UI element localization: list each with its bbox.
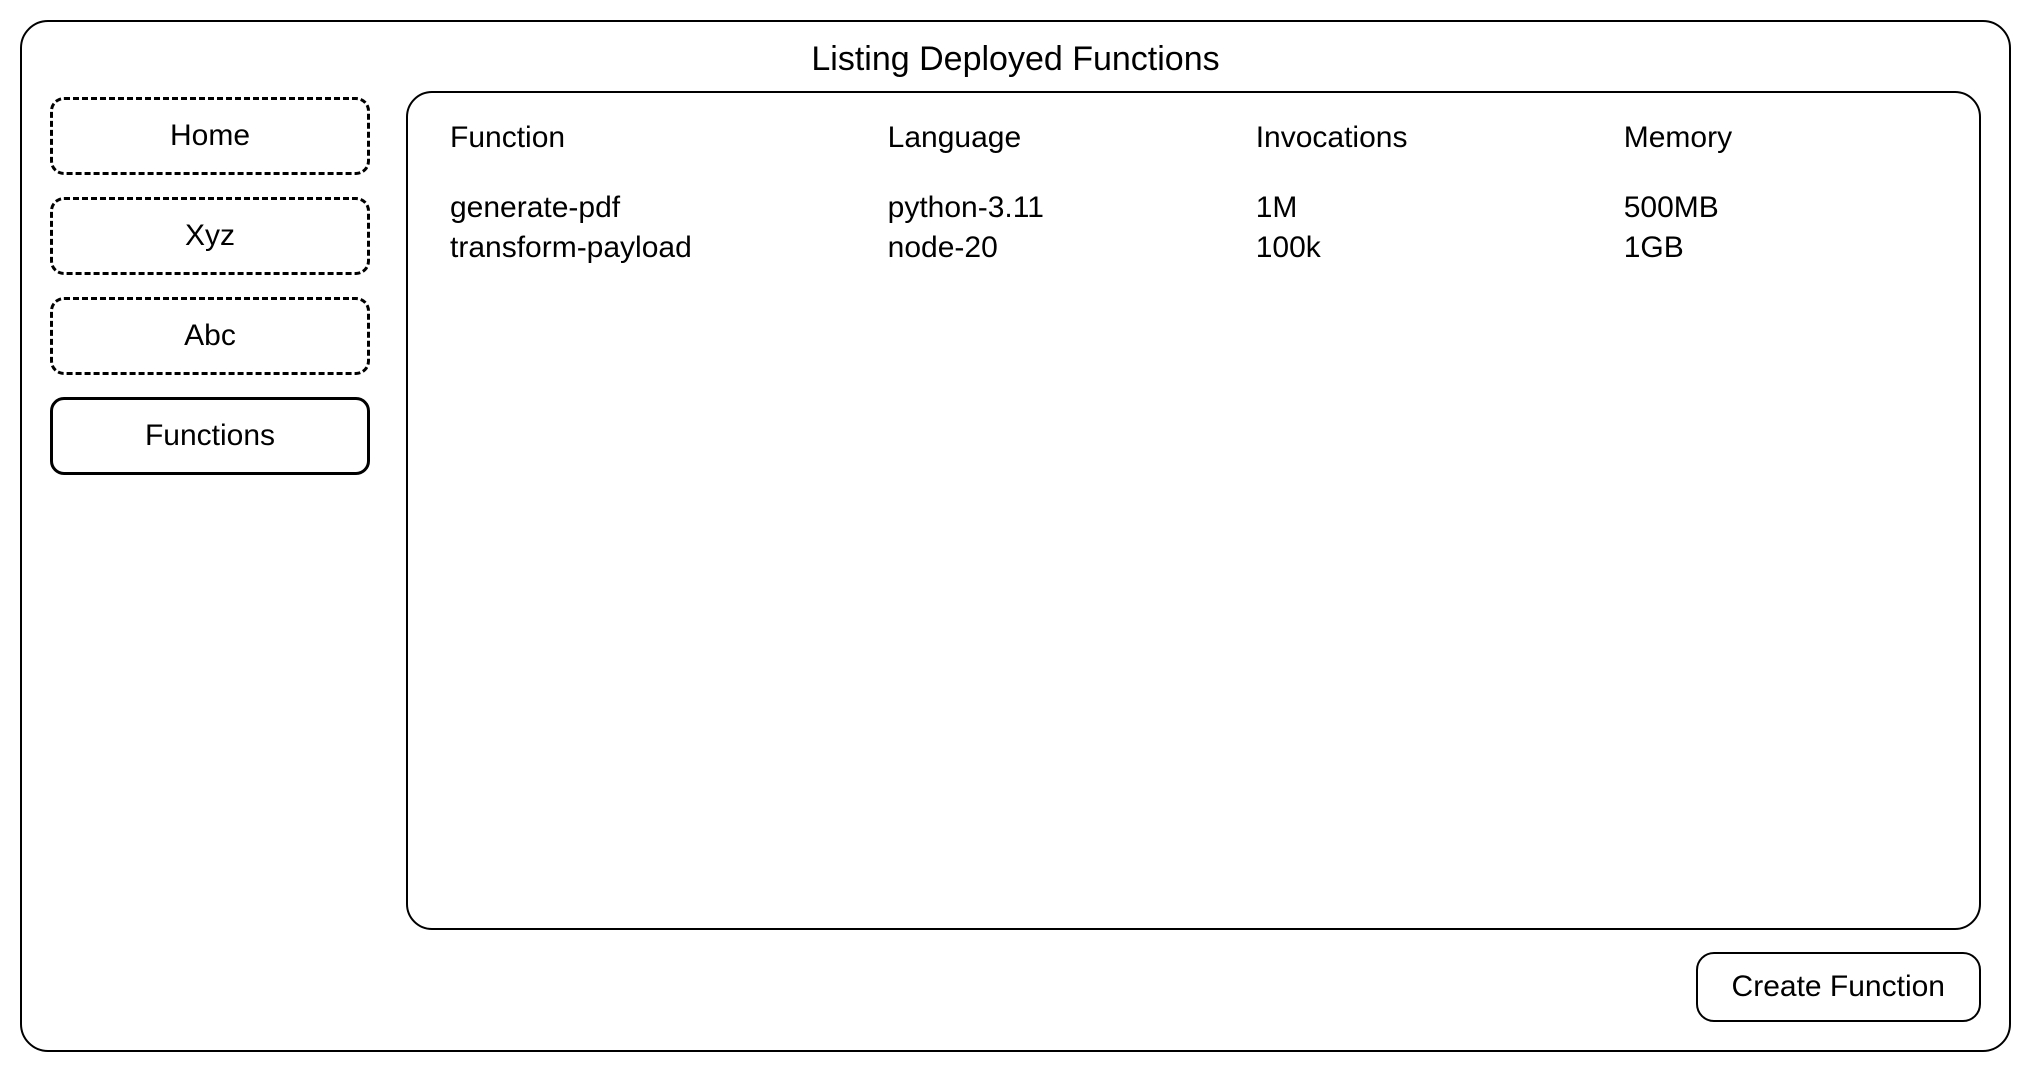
- cell-language: python-3.11: [888, 191, 1236, 225]
- sidebar-item-label: Abc: [184, 319, 236, 353]
- sidebar-item-xyz[interactable]: Xyz: [50, 197, 370, 275]
- cell-memory: 500MB: [1624, 191, 1937, 225]
- cell-function: transform-payload: [450, 231, 868, 265]
- create-function-label: Create Function: [1732, 970, 1945, 1003]
- cell-language: node-20: [888, 231, 1236, 265]
- col-header-function: Function: [450, 121, 868, 155]
- sidebar: Home Xyz Abc Functions: [50, 91, 370, 1022]
- cell-function: generate-pdf: [450, 191, 868, 225]
- app-window: Listing Deployed Functions Home Xyz Abc …: [20, 20, 2011, 1052]
- create-function-button[interactable]: Create Function: [1696, 952, 1981, 1022]
- cell-memory: 1GB: [1624, 231, 1937, 265]
- sidebar-item-functions[interactable]: Functions: [50, 397, 370, 475]
- cell-invocations: 1M: [1256, 191, 1604, 225]
- body-row: Home Xyz Abc Functions Function Language…: [50, 91, 1981, 1022]
- col-header-invocations: Invocations: [1256, 121, 1604, 155]
- sidebar-item-label: Functions: [145, 419, 275, 453]
- cell-invocations: 100k: [1256, 231, 1604, 265]
- functions-table: Function Language Invocations Memory gen…: [450, 121, 1937, 265]
- col-header-memory: Memory: [1624, 121, 1937, 155]
- col-header-language: Language: [888, 121, 1236, 155]
- footer-row: Create Function: [406, 952, 1981, 1022]
- functions-panel: Function Language Invocations Memory gen…: [406, 91, 1981, 930]
- sidebar-item-label: Xyz: [185, 219, 235, 253]
- main-area: Function Language Invocations Memory gen…: [406, 91, 1981, 1022]
- sidebar-item-abc[interactable]: Abc: [50, 297, 370, 375]
- sidebar-item-label: Home: [170, 119, 250, 153]
- page-title: Listing Deployed Functions: [50, 40, 1981, 79]
- sidebar-item-home[interactable]: Home: [50, 97, 370, 175]
